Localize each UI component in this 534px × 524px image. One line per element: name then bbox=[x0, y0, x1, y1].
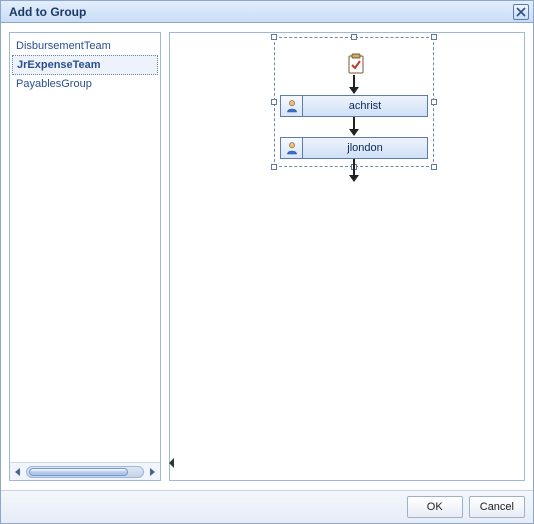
triangle-left-icon bbox=[169, 458, 175, 468]
user-node-1[interactable]: achrist bbox=[280, 95, 428, 117]
dialog-footer: OK Cancel bbox=[1, 490, 533, 523]
triangle-left-icon bbox=[14, 468, 22, 476]
resize-handle-tl[interactable] bbox=[271, 34, 277, 40]
ok-button[interactable]: OK bbox=[407, 496, 463, 518]
group-item-payablesgroup[interactable]: PayablesGroup bbox=[12, 75, 158, 93]
group-item-jrexpenseteam[interactable]: JrExpenseTeam bbox=[12, 55, 158, 75]
dialog-title: Add to Group bbox=[9, 5, 513, 19]
close-button[interactable] bbox=[513, 4, 529, 20]
user-node-2-label: jlondon bbox=[303, 142, 427, 154]
flow-canvas[interactable]: achrist jlondon bbox=[170, 33, 524, 480]
scroll-right-button[interactable] bbox=[144, 464, 160, 480]
horizontal-scrollbar[interactable] bbox=[10, 462, 160, 480]
splitter-grip[interactable] bbox=[169, 458, 175, 468]
group-item-disbursementteam[interactable]: DisbursementTeam bbox=[12, 37, 158, 55]
flow-arrow-2 bbox=[353, 117, 355, 135]
user-node-1-iconcell bbox=[281, 96, 303, 116]
panels: DisbursementTeam JrExpenseTeam PayablesG… bbox=[9, 32, 525, 481]
clipboard-check-icon bbox=[346, 53, 366, 75]
triangle-right-icon bbox=[148, 468, 156, 476]
scroll-left-button[interactable] bbox=[10, 464, 26, 480]
resize-handle-bl[interactable] bbox=[271, 164, 277, 170]
person-icon bbox=[285, 99, 299, 113]
person-icon bbox=[285, 141, 299, 155]
resize-handle-ml[interactable] bbox=[271, 99, 277, 105]
resize-handle-mr[interactable] bbox=[431, 99, 437, 105]
titlebar: Add to Group bbox=[1, 1, 533, 23]
close-icon bbox=[516, 7, 526, 17]
flow-arrow-3 bbox=[353, 159, 355, 181]
user-node-1-label: achrist bbox=[303, 100, 427, 112]
start-node[interactable] bbox=[346, 53, 366, 75]
group-list[interactable]: DisbursementTeam JrExpenseTeam PayablesG… bbox=[10, 33, 160, 462]
resize-handle-tm[interactable] bbox=[351, 34, 357, 40]
scrollbar-thumb[interactable] bbox=[29, 468, 128, 476]
flow-arrow-1 bbox=[353, 75, 355, 93]
user-node-2-iconcell bbox=[281, 138, 303, 158]
dialog-content: DisbursementTeam JrExpenseTeam PayablesG… bbox=[1, 24, 533, 489]
cancel-button[interactable]: Cancel bbox=[469, 496, 525, 518]
add-to-group-dialog: Add to Group DisbursementTeam JrExpenseT… bbox=[0, 0, 534, 524]
flow-canvas-panel: achrist jlondon bbox=[169, 32, 525, 481]
resize-handle-tr[interactable] bbox=[431, 34, 437, 40]
user-node-2[interactable]: jlondon bbox=[280, 137, 428, 159]
resize-handle-br[interactable] bbox=[431, 164, 437, 170]
scrollbar-track[interactable] bbox=[26, 466, 144, 478]
group-list-panel: DisbursementTeam JrExpenseTeam PayablesG… bbox=[9, 32, 161, 481]
